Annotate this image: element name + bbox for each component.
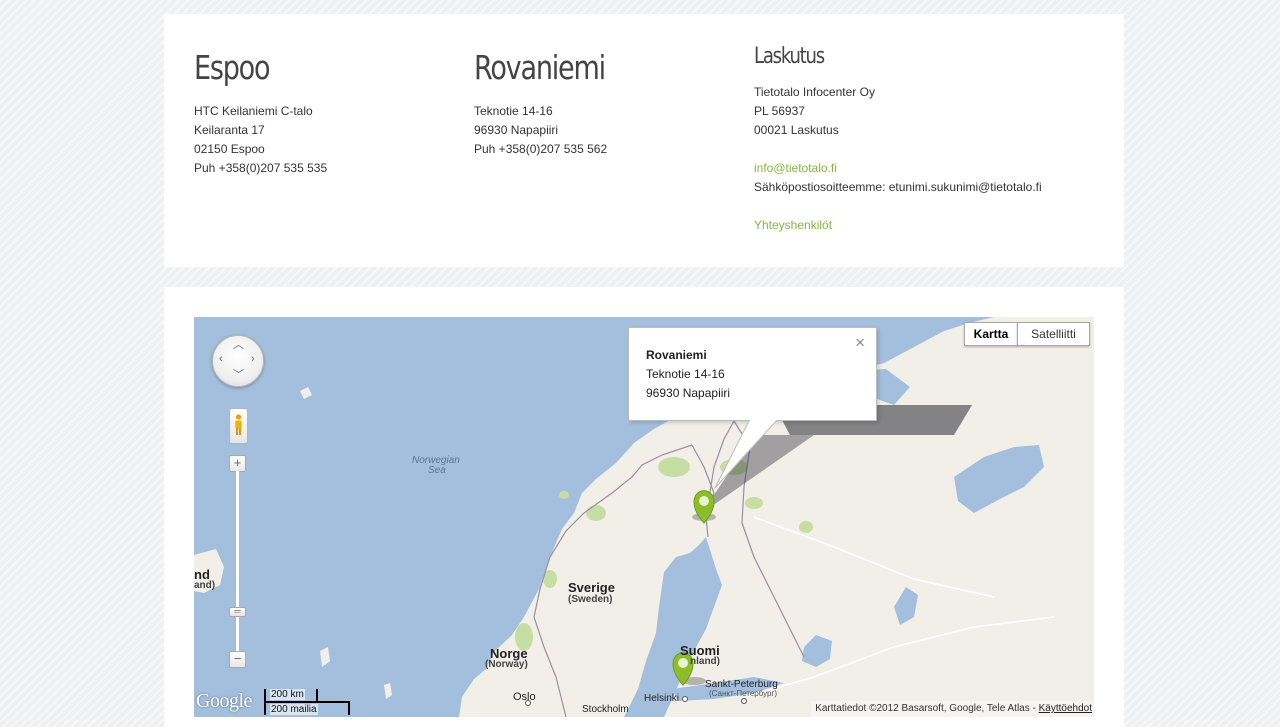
contacts-panel: Espoo HTC Keilaniemi C-talo Keilaranta 1…: [164, 14, 1124, 267]
office-title: Rovaniemi: [474, 48, 606, 87]
google-map[interactable]: Norwegian Sea Sverige (Sweden) Norge (No…: [194, 317, 1094, 717]
country-label: Sverige: [568, 580, 615, 595]
google-logo[interactable]: Google: [196, 690, 252, 713]
address-line: 02150 Espoo: [194, 142, 265, 156]
phone-line: Puh +358(0)207 535 562: [474, 142, 608, 156]
info-window-title: Rovaniemi: [646, 348, 707, 362]
billing-line: Tietotalo Infocenter Oy: [754, 85, 875, 99]
terms-link[interactable]: Käyttöehdot: [1039, 703, 1092, 714]
city-label: (Санкт-Петербург): [709, 689, 778, 698]
office-title: Espoo: [194, 48, 271, 87]
info-window-line: Teknotie 14-16: [646, 367, 725, 381]
pegman-icon: [234, 414, 243, 436]
billing-line: 00021 Laskutus: [754, 123, 839, 137]
pan-control[interactable]: ︿ ﹀ ‹ ›: [212, 335, 264, 387]
info-window-line: 96930 Napapiiri: [646, 386, 731, 400]
address-line: HTC Keilaniemi C-talo: [194, 104, 313, 118]
email-link[interactable]: info@tietotalo.fi: [754, 161, 837, 175]
address-line: 96930 Napapiiri: [474, 123, 559, 137]
scale-miles-label: 200 mailia: [270, 704, 318, 715]
map-type-map-button[interactable]: Kartta: [964, 322, 1018, 346]
zoom-out-button[interactable]: −: [229, 651, 246, 668]
country-label: nland): [690, 656, 720, 667]
pan-right-icon[interactable]: ›: [251, 354, 255, 365]
country-label: and): [194, 580, 216, 591]
attribution-text: Karttatiedot ©2012 Basarsoft, Google, Te…: [815, 703, 1039, 714]
map-scale: 200 km 200 mailia: [264, 689, 350, 715]
office-espoo: Espoo HTC Keilaniemi C-talo Keilaranta 1…: [194, 14, 327, 175]
billing-line: PL 56937: [754, 104, 805, 118]
sea-label: Sea: [428, 465, 446, 476]
pan-up-icon[interactable]: ︿: [233, 340, 244, 351]
billing-info: Laskutus Tietotalo Infocenter Oy PL 5693…: [754, 14, 1114, 232]
zoom-slider-track[interactable]: [235, 471, 240, 653]
map-marker-rovaniemi: [692, 490, 716, 524]
address-line: Keilaranta 17: [194, 123, 265, 137]
info-window: × Rovaniemi Teknotie 14-16 96930 Napapii…: [628, 327, 877, 421]
map-type-satellite-button[interactable]: Satelliitti: [1017, 322, 1090, 346]
map-panel: Norwegian Sea Sverige (Sweden) Norge (No…: [164, 287, 1124, 727]
city-label: Oslo: [513, 691, 536, 703]
zoom-slider-thumb[interactable]: ═: [229, 607, 246, 617]
office-rovaniemi: Rovaniemi Teknotie 14-16 96930 Napapiiri…: [474, 14, 634, 156]
email-format-note: Sähköpostiosoitteemme: etunimi.sukunimi@…: [754, 180, 1042, 194]
info-window-tail: [714, 418, 778, 489]
country-label: (Norway): [485, 659, 528, 670]
close-icon[interactable]: ×: [855, 334, 865, 351]
phone-line: Puh +358(0)207 535 535: [194, 161, 328, 175]
zoom-in-button[interactable]: +: [229, 455, 246, 472]
pan-down-icon[interactable]: ﹀: [233, 370, 244, 381]
billing-title: Laskutus: [754, 44, 825, 69]
street-view-pegman[interactable]: [229, 408, 248, 444]
pan-left-icon[interactable]: ‹: [219, 354, 223, 365]
map-attribution: Karttatiedot ©2012 Basarsoft, Google, Te…: [811, 701, 1094, 717]
contact-persons-link[interactable]: Yhteyshenkilöt: [754, 218, 832, 232]
city-label: Helsinki: [644, 693, 680, 704]
country-label: (Sweden): [568, 594, 613, 605]
city-label: Stockholm: [582, 704, 629, 715]
address-line: Teknotie 14-16: [474, 104, 553, 118]
scale-km-label: 200 km: [270, 689, 305, 700]
